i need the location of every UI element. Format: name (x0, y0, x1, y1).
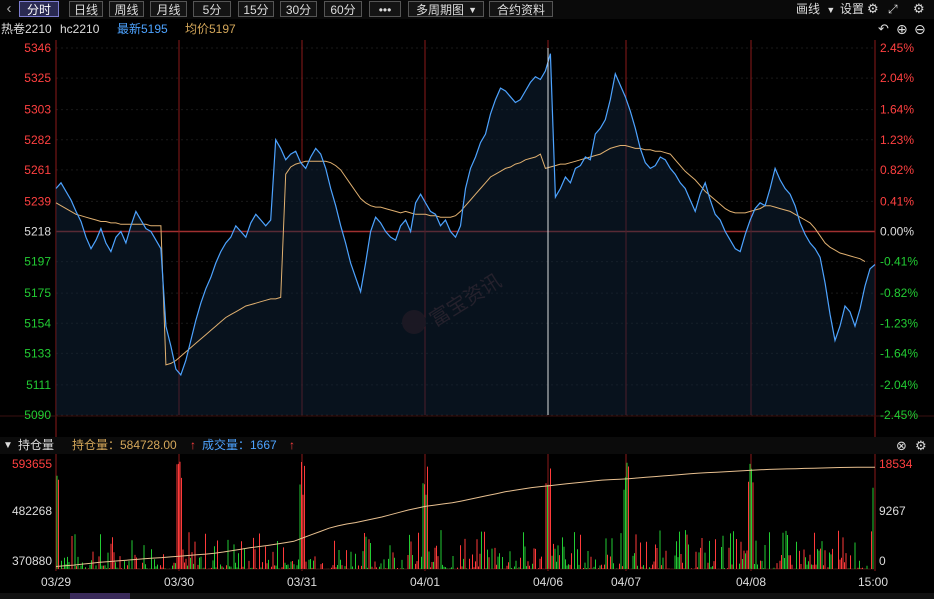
settings-label: 设置 (840, 2, 865, 16)
open-interest-tick-label: 593655 (12, 457, 52, 471)
contract-name: 热卷2210 (1, 22, 52, 36)
price-tick-label: 5175 (24, 286, 51, 300)
period-toolbar: ‹ 分时 日线 周线 月线 5分 15分 30分 60分 ••• 多周期图 ▼ 合约资料 画线… (0, 0, 934, 19)
price-tick-label: 5154 (24, 316, 51, 330)
percent-tick-label: 2.45% (880, 41, 914, 55)
session-date-label: 03/30 (164, 575, 194, 589)
percent-tick-label: 0.41% (880, 194, 914, 208)
session-date-label: 04/06 (533, 575, 563, 589)
volume-label: 成交量：1667 (202, 438, 277, 452)
percent-tick-label: -2.04% (880, 378, 918, 392)
expand-icon[interactable]: ⤢ (888, 1, 898, 17)
horizontal-scrollbar[interactable] (0, 593, 934, 599)
zoom-out-icon[interactable]: ⊖ (914, 21, 926, 37)
percent-tick-label: 1.23% (880, 133, 914, 147)
price-tick-label: 5197 (24, 255, 51, 269)
settings-button[interactable]: 设置 (840, 1, 864, 17)
price-tick-label: 5239 (24, 194, 51, 208)
price-tick-label: 5346 (24, 41, 51, 55)
price-chart: 富宝资讯 53462.45%53252.04%53031.64%52821.23… (0, 40, 934, 589)
up-arrow-icon: ↑ (289, 438, 295, 452)
contract-info-button[interactable]: 合约资料 (489, 1, 553, 17)
volume-tick-label: 18534 (879, 457, 913, 471)
price-tick-label: 5282 (24, 133, 51, 147)
open-interest-tick-label: 482268 (12, 504, 52, 518)
price-tick-label: 5303 (24, 103, 51, 117)
back-icon[interactable]: ↶ (878, 21, 889, 37)
percent-tick-label: -0.41% (880, 255, 918, 269)
percent-tick-label: -2.45% (880, 408, 918, 422)
tab-1[interactable]: 日线 (69, 1, 103, 17)
draw-label: 画线 (796, 2, 821, 16)
session-date-label: 03/31 (287, 575, 317, 589)
draw-button[interactable]: 画线 ▼ (796, 1, 835, 17)
caret-down-icon: ▼ (826, 5, 836, 15)
prev-arrow-icon[interactable]: ‹ (2, 1, 16, 17)
percent-tick-label: 0.82% (880, 163, 914, 177)
tab-0[interactable]: 分时 (19, 1, 59, 17)
latest-price-label: 最新5195 (117, 22, 168, 36)
gear-icon[interactable]: ⚙ (867, 1, 879, 17)
multi-period-label: 多周期图 (416, 3, 465, 17)
price-tick-label: 5218 (24, 225, 51, 239)
session-date-label: 03/29 (41, 575, 71, 589)
contract-code: hc2210 (60, 22, 100, 36)
session-date-label: 04/07 (611, 575, 641, 589)
zoom-in-icon[interactable]: ⊕ (896, 21, 908, 37)
more-button[interactable]: ••• (369, 1, 401, 17)
gear-icon[interactable]: ⚙ (913, 1, 925, 17)
open-interest-label: 持仓量：584728.00 (72, 438, 177, 452)
up-arrow-icon: ↑ (190, 438, 196, 452)
open-interest-tick-label: 370880 (12, 554, 52, 568)
volume-tick-label: 0 (879, 554, 886, 568)
tab-2[interactable]: 周线 (109, 1, 144, 17)
indicator-infobar: ▼ 持仓量 持仓量：584728.00 ↑ 成交量：1667 ↑ ⊗ ⚙ (0, 437, 934, 454)
multi-period-button[interactable]: 多周期图 ▼ (408, 1, 484, 17)
scroll-thumb[interactable] (70, 593, 130, 599)
tab-6[interactable]: 30分 (280, 1, 317, 17)
percent-tick-label: -1.64% (880, 346, 918, 360)
gear-icon[interactable]: ⚙ (915, 437, 927, 454)
percent-tick-label: 0.00% (880, 225, 914, 239)
indicator-title: 持仓量 (18, 438, 55, 452)
tab-4[interactable]: 5分 (193, 1, 231, 17)
caret-down-icon: ▼ (468, 5, 477, 15)
percent-tick-label: -0.82% (880, 286, 918, 300)
price-tick-label: 5090 (24, 408, 51, 422)
tab-5[interactable]: 15分 (238, 1, 274, 17)
price-tick-label: 5111 (26, 378, 51, 392)
percent-tick-label: -1.23% (880, 316, 918, 330)
close-icon[interactable]: ⊗ (896, 437, 907, 454)
tab-3[interactable]: 月线 (150, 1, 187, 17)
average-price-label: 均价5197 (185, 22, 236, 36)
price-tick-label: 5133 (24, 346, 51, 360)
percent-tick-label: 1.64% (880, 103, 914, 117)
tab-7[interactable]: 60分 (324, 1, 362, 17)
session-date-label: 04/01 (410, 575, 440, 589)
volume-tick-label: 9267 (879, 504, 906, 518)
collapse-triangle-icon[interactable]: ▼ (3, 437, 13, 454)
session-date-label: 15:00 (858, 575, 888, 589)
volume-layer (55, 461, 875, 569)
session-date-label: 04/08 (736, 575, 766, 589)
price-tick-label: 5325 (24, 71, 51, 85)
price-tick-label: 5261 (24, 163, 51, 177)
percent-tick-label: 2.04% (880, 71, 914, 85)
quote-infobar: 热卷2210 hc2210 最新5195 均价5197 ↶ ⊕ ⊖ (0, 21, 934, 37)
